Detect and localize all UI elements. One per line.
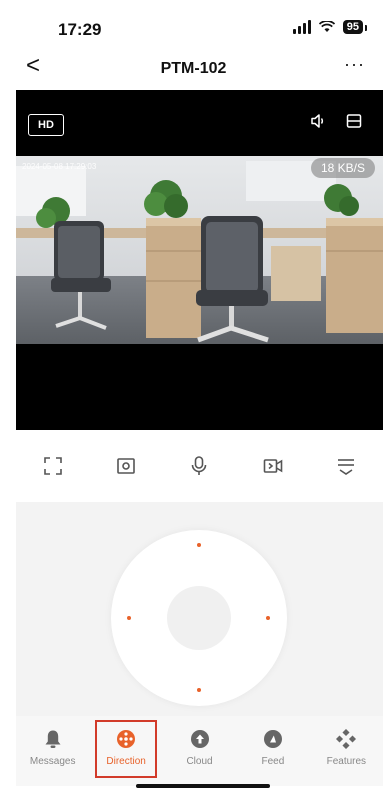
cloud-icon	[189, 728, 211, 750]
tab-label-features: Features	[326, 756, 367, 767]
tab-direction[interactable]: Direction	[89, 716, 162, 786]
direction-pad[interactable]	[111, 530, 287, 706]
speaker-icon[interactable]	[309, 112, 327, 135]
camera-feed-image: 2024-05-08 17:29:03 18 KB/S	[16, 156, 383, 344]
tab-messages[interactable]: Messages	[16, 716, 89, 786]
record-icon[interactable]	[253, 446, 293, 486]
more-controls-icon[interactable]	[326, 446, 366, 486]
tab-cloud[interactable]: Cloud	[163, 716, 236, 786]
features-icon	[335, 728, 357, 750]
ptz-control-panel	[16, 502, 383, 716]
direction-down-button[interactable]	[197, 688, 201, 692]
page-title: PTM-102	[160, 60, 227, 77]
battery-indicator: 95	[342, 20, 368, 34]
direction-up-button[interactable]	[197, 543, 201, 547]
feed-icon	[262, 728, 284, 750]
bottom-tab-bar: Messages Direction Cloud Feed Features	[16, 716, 383, 786]
signal-icon	[292, 20, 311, 34]
direction-icon	[115, 728, 137, 750]
home-indicator	[136, 784, 270, 788]
direction-left-button[interactable]	[127, 616, 131, 620]
layout-icon[interactable]	[345, 112, 363, 135]
tab-label-direction: Direction	[106, 756, 146, 767]
wifi-icon	[318, 21, 335, 33]
video-player[interactable]: HD 2024-05-08 17:29:03 18 KB/S	[16, 90, 383, 430]
player-controls	[16, 430, 383, 502]
bell-icon	[42, 728, 64, 750]
status-time: 17:29	[58, 20, 102, 39]
microphone-icon[interactable]	[179, 446, 219, 486]
status-icons: 95	[292, 20, 368, 34]
more-options-button[interactable]: ···	[344, 54, 365, 75]
tab-label-feed: Feed	[261, 756, 285, 767]
nav-bar: < PTM-102 ···	[0, 46, 387, 90]
tab-label-messages: Messages	[29, 756, 76, 767]
tab-features[interactable]: Features	[310, 716, 383, 786]
hd-quality-button[interactable]: HD	[28, 114, 64, 136]
tab-feed[interactable]: Feed	[236, 716, 309, 786]
direction-pad-center[interactable]	[167, 586, 231, 650]
tab-label-cloud: Cloud	[186, 756, 213, 767]
bitrate-badge: 18 KB/S	[310, 158, 375, 178]
screenshot-icon[interactable]	[106, 446, 146, 486]
status-bar: 17:29 95	[0, 0, 387, 46]
phone-screen: 17:29 95 < PTM-102 ··· HD 2024-05-08 17:…	[0, 0, 387, 793]
fullscreen-icon[interactable]	[33, 446, 73, 486]
osd-timestamp: 2024-05-08 17:29:03	[22, 162, 97, 171]
direction-right-button[interactable]	[266, 616, 270, 620]
